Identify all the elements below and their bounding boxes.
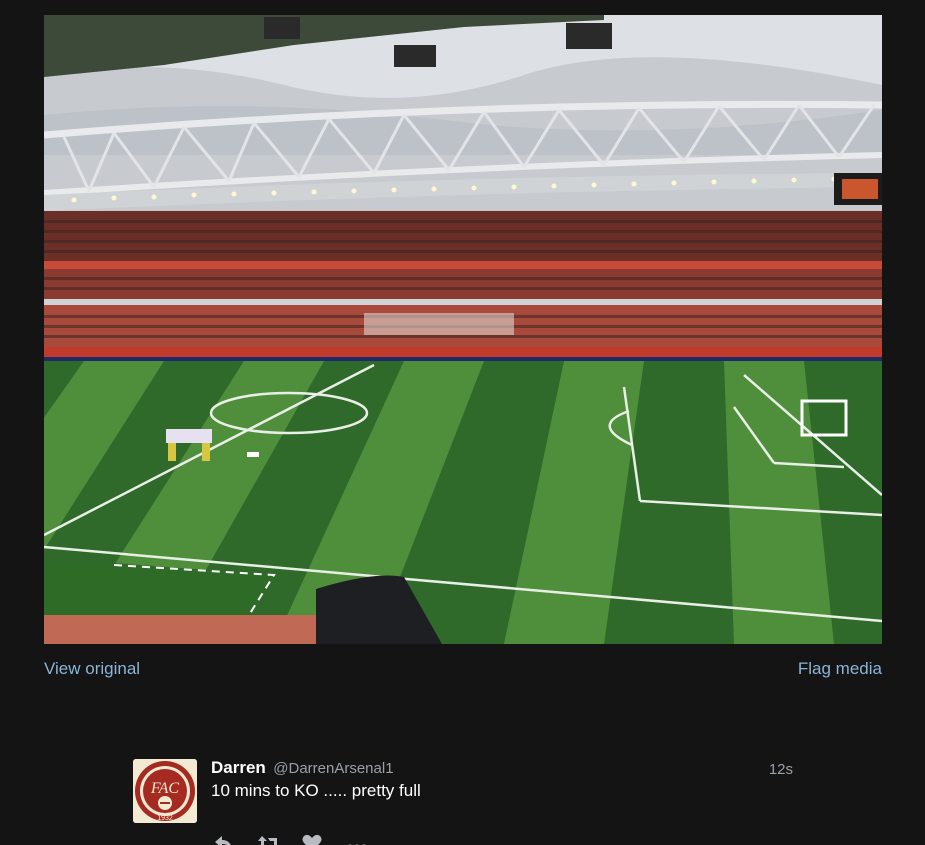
author-handle[interactable]: @DarrenArsenal1 (273, 760, 393, 777)
reply-icon[interactable] (213, 833, 235, 845)
media-viewer: View original Flag media FAC 1932 Darren… (0, 0, 925, 845)
avatar-year: 1932 (157, 815, 173, 822)
tweet-actions (213, 833, 367, 845)
avatar-monogram: FAC (150, 780, 179, 797)
flag-media-link[interactable]: Flag media (798, 659, 882, 679)
avatar[interactable]: FAC 1932 (133, 759, 197, 823)
stadium-photo[interactable] (44, 15, 882, 644)
tweet-header: Darren @DarrenArsenal1 (211, 758, 394, 778)
tweet[interactable]: FAC 1932 Darren @DarrenArsenal1 12s 10 m… (133, 755, 795, 845)
tweet-timestamp[interactable]: 12s (769, 761, 793, 778)
more-icon[interactable] (345, 833, 367, 845)
view-original-link[interactable]: View original (44, 659, 140, 679)
heart-icon[interactable] (301, 833, 323, 845)
author-name[interactable]: Darren (211, 758, 266, 777)
tweet-text: 10 mins to KO ..... pretty full (211, 781, 421, 800)
retweet-icon[interactable] (257, 833, 280, 845)
